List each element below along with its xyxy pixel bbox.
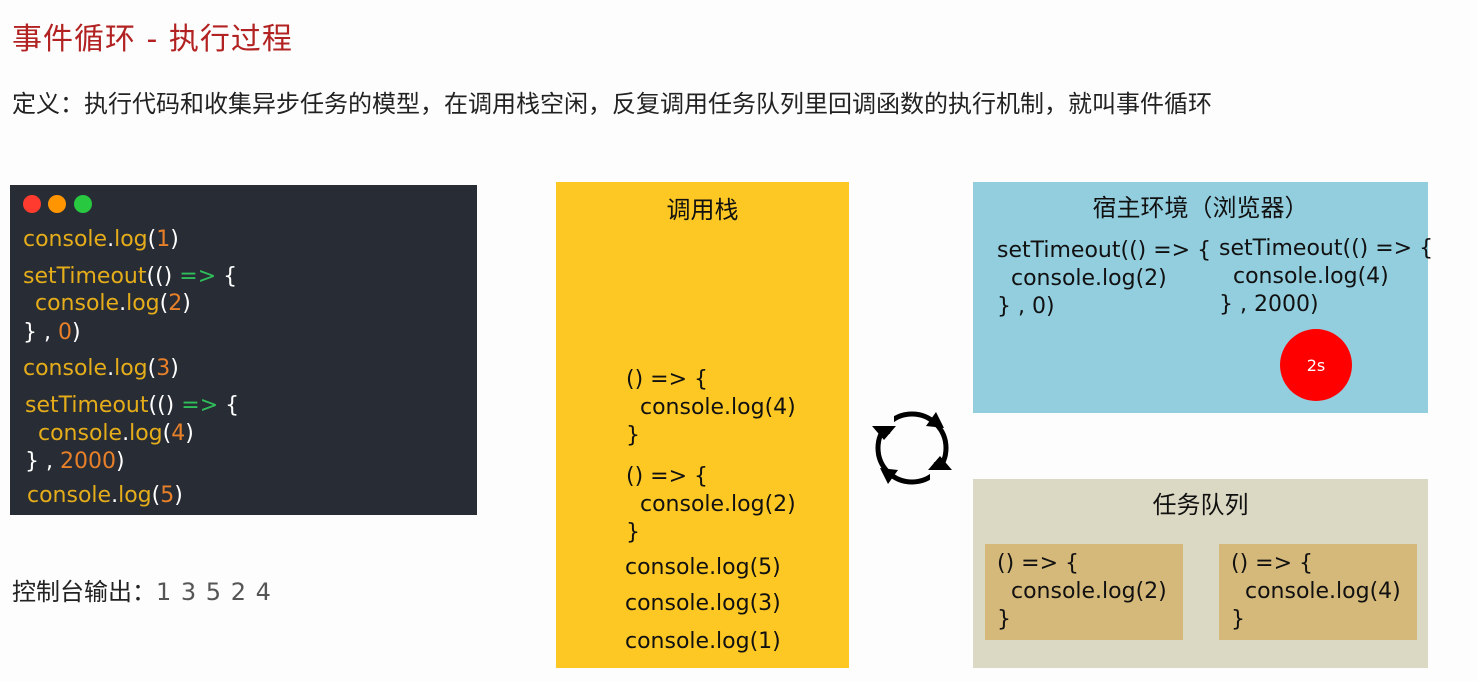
code-token: ( [159, 291, 169, 316]
code-token: => [179, 264, 217, 289]
code-token: 5 [160, 483, 175, 508]
code-token: => [181, 393, 219, 418]
stack-frame: console.log(3) [625, 591, 781, 616]
code-token: console [23, 356, 108, 381]
code-token: } , [23, 320, 51, 345]
code-line-4: } , 0) [23, 319, 81, 347]
code-token: 1 [156, 227, 171, 252]
timer-badge: 2s [1280, 329, 1352, 401]
code-line-6: setTimeout(() => { [25, 392, 239, 420]
code-line-9: console.log(5) [27, 482, 183, 510]
code-line-5: console.log(3) [23, 355, 179, 383]
call-stack-panel: 调用栈 () => { console.log(4) } () => { con… [556, 182, 849, 668]
code-token: } , [25, 449, 53, 474]
queued-task: () => { console.log(2) } [985, 544, 1183, 640]
code-token: console [23, 227, 108, 252]
queued-task-code: () => { console.log(4) } [1231, 551, 1401, 632]
code-token: ( [146, 264, 156, 289]
code-line-7: console.log(4) [38, 420, 194, 448]
host-environment-panel: 宿主环境（浏览器） setTimeout(() => { console.log… [973, 182, 1433, 413]
code-token: ) [71, 320, 81, 345]
code-token: ) [170, 227, 179, 252]
code-token: 4 [171, 421, 186, 446]
code-token: ( [162, 421, 172, 446]
code-window: console.log(1) setTimeout(() => { consol… [10, 185, 477, 515]
page-title: 事件循环 - 执行过程 [12, 22, 293, 57]
code-token: log [118, 483, 152, 508]
code-token: ( [148, 393, 158, 418]
call-stack-title: 调用栈 [666, 196, 739, 224]
definition-text: 定义：执行代码和收集异步任务的模型，在调用栈空闲，反复调用任务队列里回调函数的执… [12, 90, 1212, 118]
code-token: log [114, 356, 148, 381]
timer-callback: setTimeout(() => { console.log(2) } , 0) [997, 238, 1212, 319]
code-token: ) [182, 291, 191, 316]
maximize-dot-icon[interactable] [74, 195, 92, 213]
code-token: ) [115, 449, 125, 474]
queued-task: () => { console.log(4) } [1219, 544, 1417, 640]
code-token: 2 [168, 291, 183, 316]
code-token: ) [174, 483, 183, 508]
code-token: { [225, 393, 240, 418]
stack-frame: console.log(5) [625, 555, 781, 580]
host-environment-title: 宿主环境（浏览器） [1092, 194, 1309, 222]
code-token: console [27, 483, 112, 508]
code-token: ( [151, 483, 161, 508]
queued-task-code: () => { console.log(2) } [997, 551, 1167, 632]
code-line-1: console.log(1) [23, 226, 179, 254]
code-token: ( [147, 356, 157, 381]
code-token: ) [185, 421, 194, 446]
console-output-label: 控制台输出： [12, 578, 156, 606]
timer-callback: setTimeout(() => { console.log(4) } , 20… [1219, 236, 1434, 317]
task-queue-title: 任务队列 [1152, 491, 1249, 519]
close-dot-icon[interactable] [23, 195, 41, 213]
minimize-dot-icon[interactable] [48, 195, 66, 213]
code-token: ) [170, 356, 179, 381]
console-output: 控制台输出：1 3 5 2 4 [12, 572, 272, 607]
code-token: setTimeout [23, 264, 147, 289]
code-token: console [35, 291, 120, 316]
task-queue-panel: 任务队列 () => { console.log(2) } () => { co… [973, 479, 1428, 668]
stack-frame: () => { console.log(4) } [626, 367, 796, 448]
code-token: log [126, 291, 160, 316]
code-token: 2000 [59, 449, 116, 474]
code-token: ( [147, 227, 157, 252]
code-token: () [155, 264, 173, 289]
code-token: 3 [156, 356, 171, 381]
stack-frame: console.log(1) [625, 629, 781, 654]
code-token: log [114, 227, 148, 252]
code-token: 0 [57, 320, 72, 345]
code-token: log [129, 421, 163, 446]
code-line-3: console.log(2) [35, 290, 191, 318]
code-token: console [38, 421, 123, 446]
stack-frame: () => { console.log(2) } [626, 464, 796, 545]
code-line-2: setTimeout(() => { [23, 263, 237, 291]
code-line-8: } , 2000) [25, 448, 125, 476]
console-output-values: 1 3 5 2 4 [156, 578, 272, 606]
code-token: () [157, 393, 175, 418]
event-loop-cycle-icon [868, 404, 956, 492]
code-token: { [223, 264, 238, 289]
code-token: setTimeout [25, 393, 149, 418]
